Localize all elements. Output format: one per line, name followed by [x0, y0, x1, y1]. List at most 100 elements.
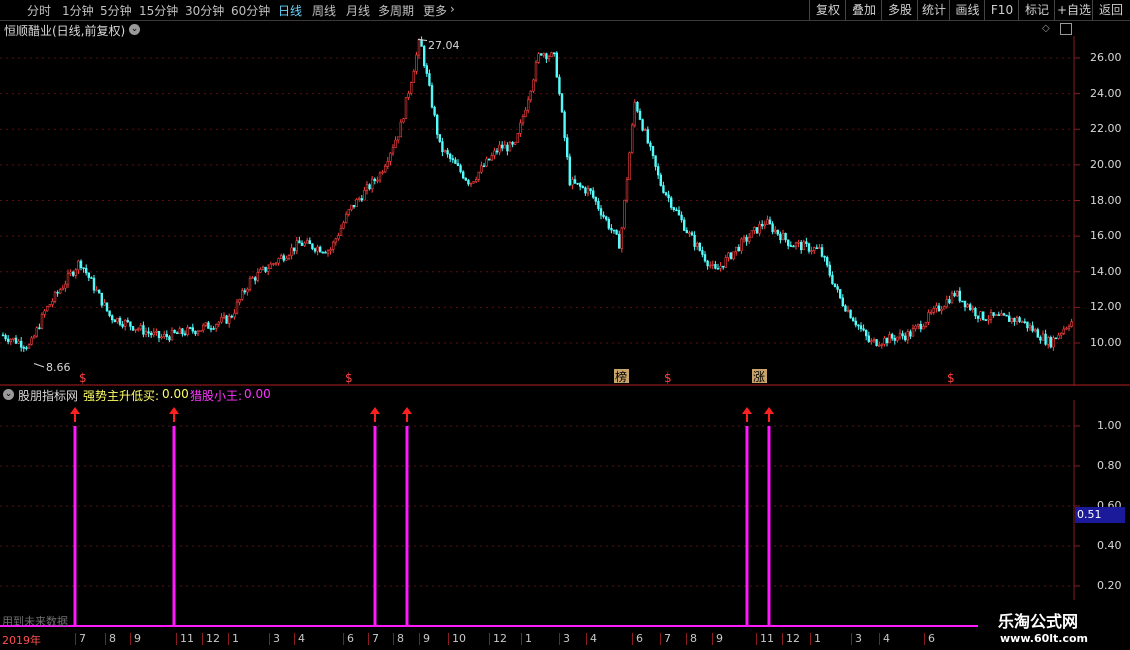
- tab-weekly[interactable]: 周线: [312, 2, 336, 19]
- button-add-watchlist[interactable]: +自选: [1054, 0, 1093, 20]
- maximize-icon[interactable]: [1060, 23, 1072, 35]
- button-back[interactable]: 返回: [1092, 0, 1129, 20]
- candle-body: [1, 334, 5, 337]
- candle-body: [256, 272, 259, 281]
- candle-body: [56, 291, 59, 294]
- tab-60min[interactable]: 60分钟: [231, 2, 270, 19]
- date-tick-label: 9: [423, 632, 430, 645]
- tab-30min[interactable]: 30分钟: [185, 2, 224, 19]
- chevron-down-icon[interactable]: ⌄: [3, 389, 14, 400]
- candle-body: [607, 218, 611, 229]
- chevron-right-icon[interactable]: ›: [450, 2, 455, 16]
- tab-monthly[interactable]: 月线: [346, 2, 370, 19]
- candle-body: [92, 277, 96, 291]
- candle-body: [516, 133, 520, 143]
- candle-body: [334, 238, 337, 243]
- button-f10[interactable]: F10: [984, 0, 1019, 20]
- candle-body: [667, 194, 670, 199]
- candle-body: [43, 310, 46, 315]
- candle-body: [825, 257, 829, 266]
- candle-body: [152, 331, 155, 336]
- tab-daily[interactable]: 日线: [278, 2, 302, 19]
- candle-body: [66, 273, 70, 285]
- button-fuquan[interactable]: 复权: [809, 0, 846, 20]
- candle-body: [454, 159, 457, 164]
- candle-body: [321, 251, 324, 254]
- diamond-icon[interactable]: ◇: [1042, 23, 1050, 34]
- candle-body: [550, 52, 553, 57]
- candle-body: [100, 292, 104, 306]
- date-tick-label: 3: [563, 632, 570, 645]
- candle-body: [103, 302, 106, 306]
- candle-body: [948, 299, 951, 304]
- candle-body: [238, 298, 241, 303]
- tab-1min[interactable]: 1分钟: [62, 2, 94, 19]
- button-mark[interactable]: 标记: [1018, 0, 1055, 20]
- candle-body: [433, 106, 436, 116]
- candle-body: [872, 339, 876, 342]
- candle-body: [72, 271, 75, 276]
- candle-body: [989, 312, 993, 320]
- candle-body: [755, 227, 759, 234]
- chevron-down-icon[interactable]: ⌄: [129, 24, 140, 35]
- button-overlay[interactable]: 叠加: [845, 0, 882, 20]
- tab-15min[interactable]: 15分钟: [139, 2, 178, 19]
- candle-body: [797, 241, 800, 244]
- candle-body: [181, 328, 184, 335]
- tab-multi-period[interactable]: 多周期: [378, 2, 414, 19]
- indicator-tick-label: 1.00: [1097, 419, 1122, 432]
- dollar-marker: $: [79, 371, 87, 385]
- tab-more[interactable]: 更多: [423, 2, 447, 19]
- candle-body: [105, 302, 109, 312]
- candle-body: [815, 247, 819, 250]
- future-data-note: 用到未来数据: [2, 615, 68, 628]
- candle-body: [747, 236, 751, 242]
- button-multi-stock[interactable]: 多股: [881, 0, 918, 20]
- candle-body: [113, 319, 117, 323]
- candle-body: [150, 332, 153, 336]
- candle-body: [859, 325, 863, 330]
- candle-body: [118, 317, 122, 325]
- candle-body: [763, 224, 767, 227]
- candle-body: [1000, 313, 1003, 316]
- button-draw-line[interactable]: 画线: [949, 0, 985, 20]
- date-separator: [686, 633, 687, 645]
- candle-body: [22, 347, 25, 349]
- candle-body: [165, 333, 168, 337]
- candle-body: [768, 219, 772, 225]
- candle-body: [498, 144, 501, 153]
- tab-5min[interactable]: 5分钟: [100, 2, 132, 19]
- candlestick-chart[interactable]: $ $ 榜 $ 涨 $: [0, 36, 1130, 386]
- candle-body: [604, 216, 608, 220]
- indicator-value-2: 0.00: [244, 387, 271, 401]
- candle-body: [472, 181, 475, 184]
- candle-body: [734, 246, 738, 253]
- candle-body: [1041, 333, 1045, 341]
- date-separator: [660, 633, 661, 645]
- candle-body: [867, 335, 871, 342]
- candle-body: [792, 245, 795, 248]
- candle-body: [17, 340, 20, 344]
- indicator-chart[interactable]: [0, 400, 1130, 630]
- candle-body: [482, 165, 486, 168]
- candle-body: [170, 329, 174, 341]
- date-separator: [586, 633, 587, 645]
- candle-body: [724, 257, 728, 268]
- candle-body: [376, 179, 379, 182]
- date-tick-label: 6: [636, 632, 643, 645]
- candle-body: [1070, 321, 1073, 327]
- date-separator: [924, 633, 925, 645]
- candle-body: [646, 129, 650, 144]
- candle-body: [220, 317, 223, 323]
- candle-body: [313, 248, 317, 252]
- candle-body: [537, 53, 540, 63]
- button-statistics[interactable]: 统计: [917, 0, 950, 20]
- date-tick-label: 4: [298, 632, 305, 645]
- candle-body: [714, 264, 717, 269]
- candle-body: [906, 331, 910, 341]
- tab-fenshi[interactable]: 分时: [27, 2, 51, 19]
- price-tick-label: 12.00: [1090, 300, 1122, 314]
- candle-body: [487, 158, 491, 161]
- candle-body: [230, 315, 233, 318]
- indicator-tick-label: 0.80: [1097, 459, 1122, 472]
